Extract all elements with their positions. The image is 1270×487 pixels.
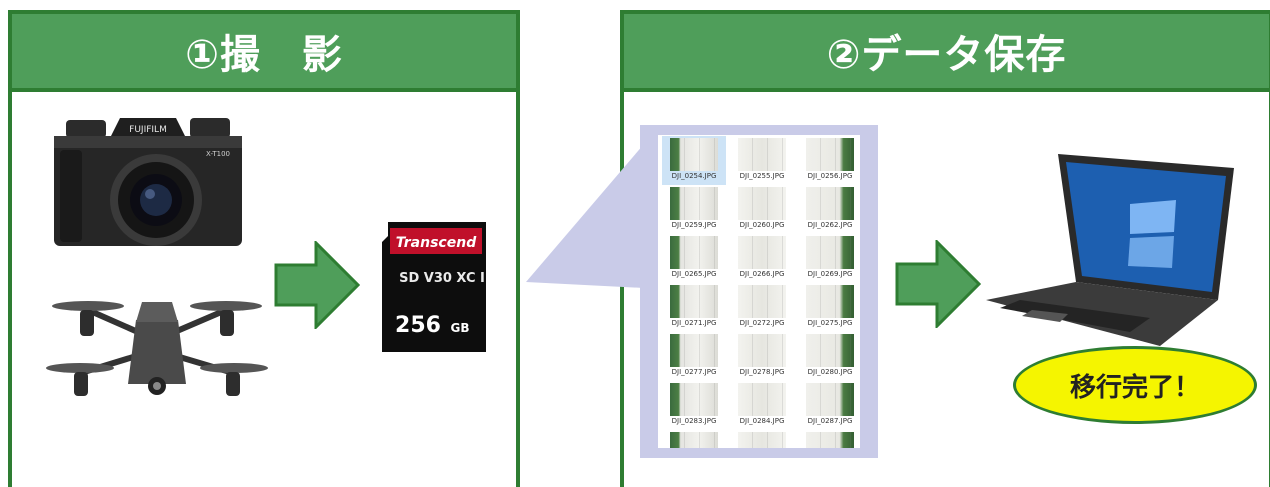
file-name: DJI_0259.JPG — [671, 221, 717, 229]
file-item[interactable]: DJI_0265.JPG — [662, 234, 726, 283]
sd-card-brand-text: Transcend — [396, 235, 477, 251]
laptop-image — [986, 154, 1234, 346]
file-thumbnail — [806, 334, 854, 367]
file-thumbnail — [738, 383, 786, 416]
arrow-right-icon-2 — [895, 240, 981, 328]
sd-card-image: Transcend SD V30 XC I 256 GB — [382, 222, 486, 352]
file-name: DJI_0256.JPG — [807, 172, 853, 180]
file-item[interactable]: DJI_0260.JPG — [730, 185, 794, 234]
file-thumbnail — [806, 236, 854, 269]
file-name: DJI_0284.JPG — [739, 417, 785, 425]
file-item[interactable] — [662, 430, 726, 448]
file-thumbnail — [738, 138, 786, 171]
file-item[interactable]: DJI_0278.JPG — [730, 332, 794, 381]
file-thumbnail — [670, 285, 718, 318]
sd-card-unit-text: GB — [451, 321, 470, 335]
file-item[interactable]: DJI_0277.JPG — [662, 332, 726, 381]
badge-text: 移行完了！ — [1069, 372, 1200, 403]
file-name: DJI_0272.JPG — [739, 319, 785, 327]
file-name: DJI_0271.JPG — [671, 319, 717, 327]
file-thumbnail — [806, 138, 854, 171]
file-thumbnail — [670, 236, 718, 269]
file-thumbnail — [670, 138, 718, 171]
file-name: DJI_0260.JPG — [739, 221, 785, 229]
file-item[interactable]: DJI_0283.JPG — [662, 381, 726, 430]
file-name: DJI_0278.JPG — [739, 368, 785, 376]
file-thumbnail — [806, 285, 854, 318]
camera-model-text: X-T100 — [206, 150, 230, 158]
file-item[interactable] — [798, 430, 860, 448]
file-thumbnail — [670, 334, 718, 367]
camera-brand-text: FUJIFILM — [129, 125, 167, 135]
file-item[interactable]: DJI_0254.JPG — [662, 136, 726, 185]
migration-complete-badge: 移行完了！ — [1013, 346, 1257, 424]
file-name: DJI_0280.JPG — [807, 368, 853, 376]
file-thumbnail — [806, 187, 854, 220]
file-thumbnail — [738, 236, 786, 269]
sd-card-capacity-text: 256 — [395, 313, 441, 338]
panel-title-shooting: ①撮 影 — [185, 32, 343, 78]
file-name: DJI_0277.JPG — [671, 368, 717, 376]
file-name: DJI_0269.JPG — [807, 270, 853, 278]
file-name: DJI_0255.JPG — [739, 172, 785, 180]
file-item[interactable] — [730, 430, 794, 448]
file-item[interactable]: DJI_0271.JPG — [662, 283, 726, 332]
file-item[interactable]: DJI_0287.JPG — [798, 381, 860, 430]
file-item[interactable]: DJI_0284.JPG — [730, 381, 794, 430]
file-thumbnail — [670, 187, 718, 220]
file-name: DJI_0287.JPG — [807, 417, 853, 425]
file-item[interactable]: DJI_0255.JPG — [730, 136, 794, 185]
file-thumbnail — [806, 383, 854, 416]
file-item[interactable]: DJI_0275.JPG — [798, 283, 860, 332]
file-thumbnail — [738, 187, 786, 220]
file-thumbnail — [806, 432, 854, 448]
file-item[interactable]: DJI_0256.JPG — [798, 136, 860, 185]
panel-title-data-save: ②データ保存 — [826, 32, 1067, 78]
file-name: DJI_0283.JPG — [671, 417, 717, 425]
file-name: DJI_0262.JPG — [807, 221, 853, 229]
file-name: DJI_0275.JPG — [807, 319, 853, 327]
file-item[interactable]: DJI_0269.JPG — [798, 234, 860, 283]
file-thumbnail — [738, 432, 786, 448]
panel-header-shooting: ①撮 影 — [12, 14, 516, 92]
file-list-window: DJI_0254.JPG DJI_0255.JPG DJI_0256.JPG DJI_… — [640, 125, 878, 458]
file-name: DJI_0266.JPG — [739, 270, 785, 278]
file-thumbnail — [670, 432, 718, 448]
arrow-right-icon — [274, 241, 360, 329]
file-item[interactable]: DJI_0280.JPG — [798, 332, 860, 381]
drone-image — [46, 301, 268, 396]
file-item[interactable]: DJI_0262.JPG — [798, 185, 860, 234]
file-name: DJI_0265.JPG — [671, 270, 717, 278]
file-thumbnail — [738, 285, 786, 318]
callout-pointer — [526, 144, 644, 288]
file-name: DJI_0254.JPG — [671, 172, 717, 180]
camera-image: FUJIFILM X-T100 — [54, 118, 242, 246]
file-thumbnail — [738, 334, 786, 367]
file-thumbnail — [670, 383, 718, 416]
file-list[interactable]: DJI_0254.JPG DJI_0255.JPG DJI_0256.JPG DJI_… — [658, 135, 860, 448]
sd-card-marks-text: SD V30 XC I — [399, 271, 485, 286]
panel-header-data-save: ②データ保存 — [624, 14, 1269, 92]
file-item[interactable]: DJI_0259.JPG — [662, 185, 726, 234]
file-item[interactable]: DJI_0266.JPG — [730, 234, 794, 283]
file-item[interactable]: DJI_0272.JPG — [730, 283, 794, 332]
